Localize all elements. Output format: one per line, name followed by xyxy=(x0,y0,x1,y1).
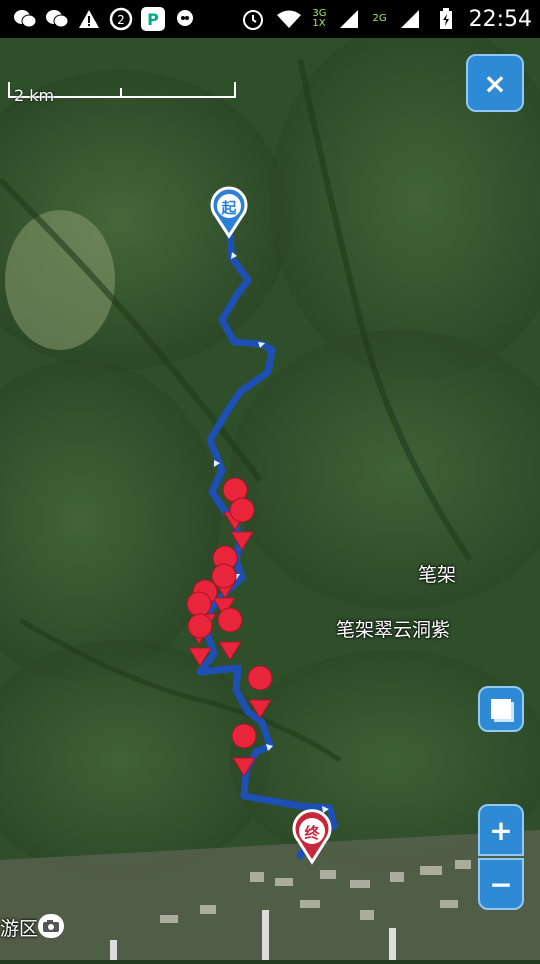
wechat-icon xyxy=(44,6,70,32)
layers-icon xyxy=(491,699,511,719)
close-icon: × xyxy=(483,66,507,100)
sync-icon: 2 xyxy=(108,6,134,32)
battery-icon xyxy=(433,6,459,32)
place-label-cave: 笔架翠云洞紫 xyxy=(336,619,451,641)
p-app-icon: P xyxy=(140,6,166,32)
signal-2g-icon xyxy=(397,6,423,32)
alarm-icon xyxy=(240,6,266,32)
satellite-map: 起 终 xyxy=(0,20,540,960)
status-bar: 2 P 3G 1X 2G 22:54 xyxy=(0,0,540,38)
warning-icon xyxy=(76,6,102,32)
zoom-out-button[interactable]: − xyxy=(478,858,524,910)
plus-icon: + xyxy=(489,813,513,847)
minus-icon: − xyxy=(489,867,513,901)
start-marker-label: 起 xyxy=(220,199,237,217)
camera-icon[interactable] xyxy=(38,914,64,938)
svg-text:2: 2 xyxy=(117,13,125,27)
bubble-icon xyxy=(172,6,198,32)
place-label-district: 游区 xyxy=(0,918,39,940)
signal-3g-icon xyxy=(336,6,362,32)
place-label-bijia: 笔架 xyxy=(418,564,457,586)
layer-toggle-button[interactable] xyxy=(478,686,524,732)
clock-time: 22:54 xyxy=(468,6,532,32)
end-marker-label: 终 xyxy=(304,824,320,842)
map-view[interactable]: 起 终 xyxy=(0,20,540,960)
zoom-in-button[interactable]: + xyxy=(478,804,524,856)
scale-label: 2 km xyxy=(14,86,55,105)
wechat-icon xyxy=(12,6,38,32)
svg-text:P: P xyxy=(147,10,159,29)
network-2g-badge: 2G xyxy=(372,13,387,24)
network-3g-badge: 3G 1X xyxy=(312,8,327,29)
wifi-icon xyxy=(276,6,302,32)
close-button[interactable]: × xyxy=(466,54,524,112)
